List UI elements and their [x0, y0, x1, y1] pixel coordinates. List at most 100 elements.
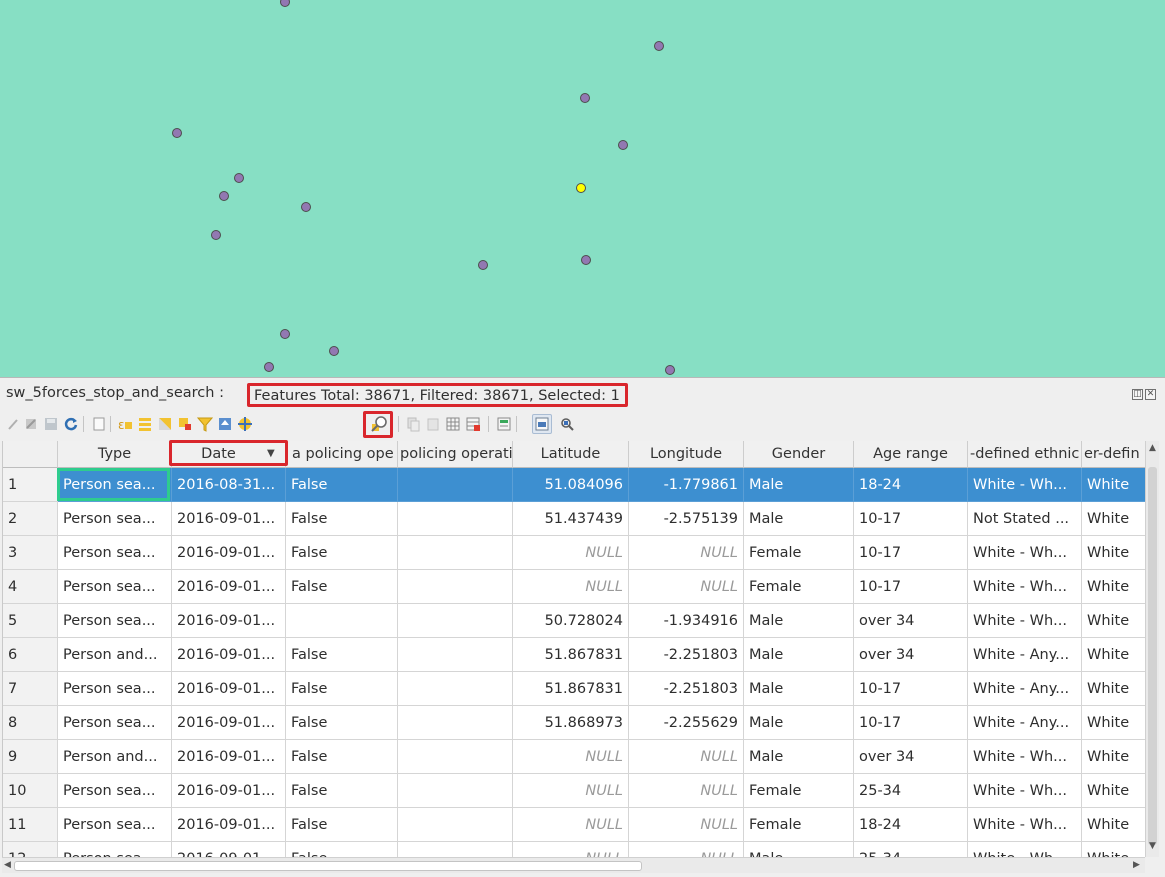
- cell-policing-operation[interactable]: [286, 604, 398, 638]
- cell-longitude[interactable]: NULL: [629, 740, 744, 774]
- cell-longitude[interactable]: NULL: [629, 842, 744, 857]
- cell-type[interactable]: Person sea...: [58, 502, 172, 536]
- cell-policing-operation[interactable]: False: [286, 536, 398, 570]
- row-number[interactable]: 7: [3, 672, 58, 706]
- table-row[interactable]: 2 Person sea... 2016-09-01... False 51.43743…: [3, 502, 1145, 536]
- float-panel-icon[interactable]: ◫: [1132, 389, 1143, 400]
- map-point-selected[interactable]: [576, 183, 586, 193]
- cell-age-range[interactable]: over 34: [854, 604, 968, 638]
- cell-policing-operation-2[interactable]: [398, 468, 513, 502]
- horizontal-scrollbar-thumb[interactable]: [14, 861, 642, 871]
- cell-age-range[interactable]: 10-17: [854, 706, 968, 740]
- table-row[interactable]: 11 Person sea... 2016-09-01... False NULL NUL…: [3, 808, 1145, 842]
- cell-latitude[interactable]: 51.084096: [513, 468, 629, 502]
- cell-policing-operation-2[interactable]: [398, 604, 513, 638]
- cell-date[interactable]: 2016-09-01...: [172, 808, 286, 842]
- cell-policing-operation[interactable]: False: [286, 468, 398, 502]
- horizontal-scrollbar[interactable]: ◀ ▶: [2, 857, 1145, 873]
- move-selection-to-top-icon[interactable]: [215, 414, 235, 434]
- map-point[interactable]: [172, 128, 182, 138]
- table-row[interactable]: 4 Person sea... 2016-09-01... False NULL NULL…: [3, 570, 1145, 604]
- panel-divider[interactable]: [0, 377, 1165, 378]
- cell-age-range[interactable]: 25-34: [854, 842, 968, 857]
- cell-gender[interactable]: Male: [744, 604, 854, 638]
- cell-age-range[interactable]: 25-34: [854, 774, 968, 808]
- delete-field-icon[interactable]: [463, 414, 483, 434]
- cell-age-range[interactable]: 18-24: [854, 808, 968, 842]
- save-edits-icon[interactable]: [41, 414, 61, 434]
- cell-latitude[interactable]: NULL: [513, 740, 629, 774]
- cell-officer-defined-ethnicity[interactable]: White: [1082, 638, 1145, 672]
- cell-longitude[interactable]: -2.251803: [629, 672, 744, 706]
- cell-officer-defined-ethnicity[interactable]: White: [1082, 706, 1145, 740]
- row-number[interactable]: 10: [3, 774, 58, 808]
- map-point[interactable]: [581, 255, 591, 265]
- cell-longitude[interactable]: NULL: [629, 808, 744, 842]
- new-field-icon[interactable]: [443, 414, 463, 434]
- deselect-all-icon[interactable]: [175, 414, 195, 434]
- map-point[interactable]: [280, 0, 290, 7]
- cell-date[interactable]: 2016-09-01...: [172, 672, 286, 706]
- cell-latitude[interactable]: NULL: [513, 842, 629, 857]
- map-point[interactable]: [264, 362, 274, 372]
- column-header-longitude[interactable]: Longitude: [629, 441, 744, 468]
- attribute-table-grid[interactable]: Type Date ▼ a policing ope policing oper…: [2, 441, 1145, 857]
- cell-gender[interactable]: Female: [744, 774, 854, 808]
- cell-officer-defined-ethnicity[interactable]: White: [1082, 672, 1145, 706]
- cell-policing-operation-2[interactable]: [398, 672, 513, 706]
- cell-policing-operation-2[interactable]: [398, 808, 513, 842]
- row-number[interactable]: 12: [3, 842, 58, 857]
- cell-type[interactable]: Person sea...: [58, 536, 172, 570]
- cell-self-defined-ethnicity[interactable]: White - Any...: [968, 638, 1082, 672]
- cell-type[interactable]: Person sea...: [58, 808, 172, 842]
- cell-latitude[interactable]: NULL: [513, 536, 629, 570]
- cell-latitude[interactable]: 51.437439: [513, 502, 629, 536]
- cell-policing-operation[interactable]: False: [286, 672, 398, 706]
- add-feature-icon[interactable]: [89, 414, 109, 434]
- cell-policing-operation-2[interactable]: [398, 502, 513, 536]
- row-number[interactable]: 6: [3, 638, 58, 672]
- cell-type[interactable]: Person sea...: [58, 570, 172, 604]
- cell-gender[interactable]: Male: [744, 706, 854, 740]
- cell-longitude[interactable]: -1.934916: [629, 604, 744, 638]
- cell-policing-operation-2[interactable]: [398, 706, 513, 740]
- cell-policing-operation[interactable]: False: [286, 740, 398, 774]
- map-point[interactable]: [618, 140, 628, 150]
- cell-longitude[interactable]: NULL: [629, 774, 744, 808]
- map-point[interactable]: [478, 260, 488, 270]
- cell-gender[interactable]: Female: [744, 536, 854, 570]
- cell-date[interactable]: 2016-09-01...: [172, 740, 286, 774]
- expression-select-icon[interactable]: ε: [115, 414, 135, 434]
- cell-policing-operation[interactable]: False: [286, 842, 398, 857]
- row-number[interactable]: 4: [3, 570, 58, 604]
- paste-features-icon[interactable]: [423, 414, 443, 434]
- cell-policing-operation-2[interactable]: [398, 536, 513, 570]
- select-all-icon[interactable]: [135, 414, 155, 434]
- column-header-age-range[interactable]: Age range: [854, 441, 968, 468]
- column-header-type[interactable]: Type: [58, 441, 172, 468]
- cell-latitude[interactable]: NULL: [513, 808, 629, 842]
- cell-officer-defined-ethnicity[interactable]: White: [1082, 842, 1145, 857]
- cell-officer-defined-ethnicity[interactable]: White: [1082, 808, 1145, 842]
- row-number[interactable]: 2: [3, 502, 58, 536]
- cell-policing-operation[interactable]: False: [286, 502, 398, 536]
- column-header-policing-operation-2[interactable]: policing operatio: [398, 441, 513, 468]
- table-row[interactable]: 1 Person sea... 2016-08-31... False 51.08409…: [3, 468, 1145, 502]
- scroll-down-icon[interactable]: ▼: [1149, 841, 1156, 851]
- cell-age-range[interactable]: 10-17: [854, 536, 968, 570]
- cell-policing-operation-2[interactable]: [398, 740, 513, 774]
- cell-gender[interactable]: Female: [744, 808, 854, 842]
- cell-officer-defined-ethnicity[interactable]: White: [1082, 502, 1145, 536]
- cell-type[interactable]: Person sea...: [58, 842, 172, 857]
- cell-date[interactable]: 2016-09-01...: [172, 536, 286, 570]
- invert-selection-icon[interactable]: [155, 414, 175, 434]
- table-row[interactable]: 3 Person sea... 2016-09-01... False NULL NULL…: [3, 536, 1145, 570]
- row-number-header[interactable]: [3, 441, 58, 468]
- cell-policing-operation[interactable]: False: [286, 570, 398, 604]
- map-point[interactable]: [280, 329, 290, 339]
- scroll-left-icon[interactable]: ◀: [4, 860, 11, 870]
- cell-longitude[interactable]: -2.575139: [629, 502, 744, 536]
- row-number[interactable]: 1: [3, 468, 58, 502]
- cell-self-defined-ethnicity[interactable]: White - Wh...: [968, 842, 1082, 857]
- table-row[interactable]: 5 Person sea... 2016-09-01... 50.728024 -1.9…: [3, 604, 1145, 638]
